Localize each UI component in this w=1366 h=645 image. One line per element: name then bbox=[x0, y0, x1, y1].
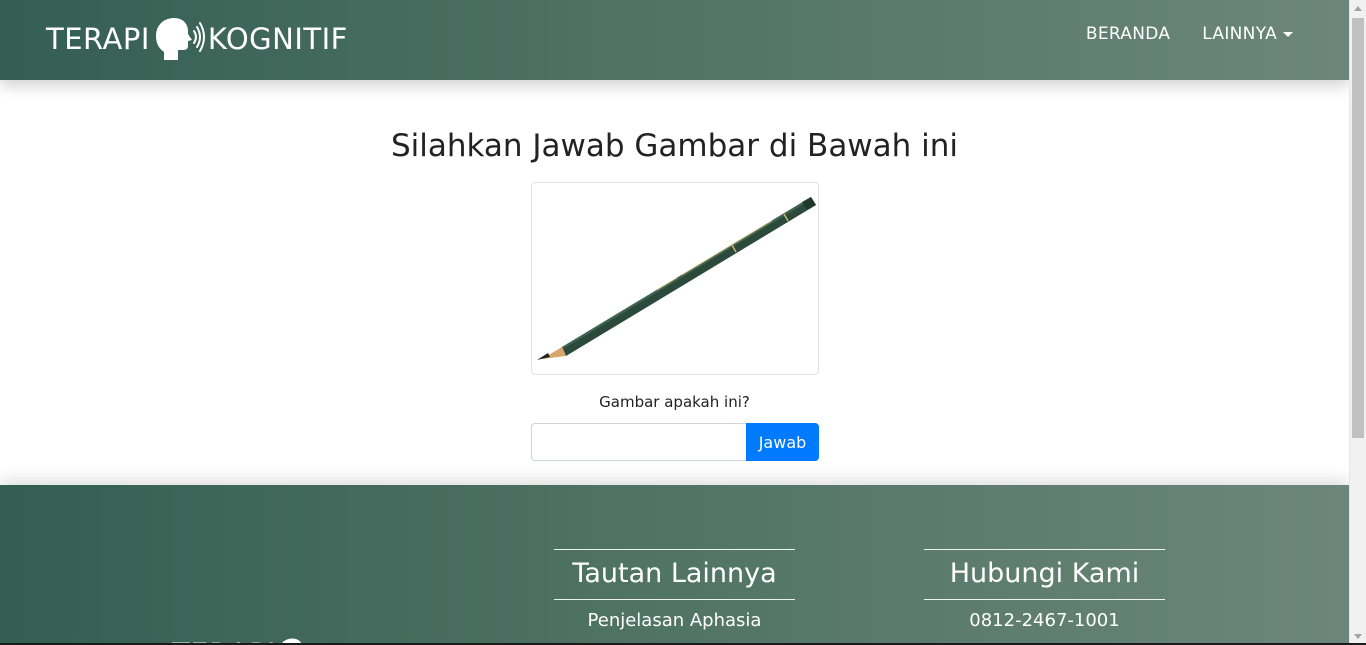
brand-text-right: KOGNITIF bbox=[207, 22, 348, 56]
footer: Tautan Lainnya Penjelasan Aphasia Hubung… bbox=[0, 485, 1349, 645]
footer-heading-contact: Hubungi Kami bbox=[924, 549, 1165, 600]
scrollbar-thumb[interactable] bbox=[1352, 18, 1364, 438]
brand-logo-link[interactable]: TERAPI KOGNITIF bbox=[46, 16, 348, 62]
footer-link-penjelasan-aphasia[interactable]: Penjelasan Aphasia bbox=[554, 610, 795, 631]
speaking-head-icon bbox=[155, 18, 205, 60]
footer-column-contact: Hubungi Kami 0812-2467-1001 bbox=[924, 549, 1165, 631]
nav-link-beranda[interactable]: BERANDA bbox=[1086, 24, 1170, 44]
nav-dropdown-lainnya[interactable]: LAINNYA bbox=[1202, 24, 1293, 44]
scroll-down-arrow-icon[interactable] bbox=[1354, 634, 1362, 639]
pencil-image bbox=[537, 197, 816, 360]
footer-column-links: Tautan Lainnya Penjelasan Aphasia bbox=[554, 549, 795, 631]
page-title: Silahkan Jawab Gambar di Bawah ini bbox=[390, 128, 959, 164]
brand-text-left: TERAPI bbox=[46, 22, 150, 56]
scroll-up-arrow-icon[interactable] bbox=[1354, 6, 1362, 11]
answer-input[interactable] bbox=[531, 423, 746, 461]
caret-down-icon bbox=[1283, 31, 1293, 37]
question-image-card bbox=[531, 182, 819, 375]
jawab-button[interactable]: Jawab bbox=[746, 423, 819, 461]
answer-form: Jawab bbox=[531, 423, 819, 461]
navbar: TERAPI KOGNITIF BERANDA LAINNYA bbox=[0, 0, 1349, 80]
viewport: TERAPI KOGNITIF BERANDA LAINNYA Silahkan… bbox=[0, 0, 1349, 645]
nav-links: BERANDA LAINNYA bbox=[1086, 24, 1293, 44]
nav-dropdown-lainnya-label: LAINNYA bbox=[1202, 24, 1277, 44]
nav-link-beranda-label: BERANDA bbox=[1085, 24, 1171, 44]
vertical-scrollbar[interactable] bbox=[1349, 0, 1366, 645]
question-text: Gambar apakah ini? bbox=[599, 393, 750, 411]
footer-phone-number: 0812-2467-1001 bbox=[969, 610, 1120, 631]
footer-heading-links: Tautan Lainnya bbox=[554, 549, 795, 600]
main-content: Silahkan Jawab Gambar di Bawah ini Gamba… bbox=[0, 80, 1349, 485]
